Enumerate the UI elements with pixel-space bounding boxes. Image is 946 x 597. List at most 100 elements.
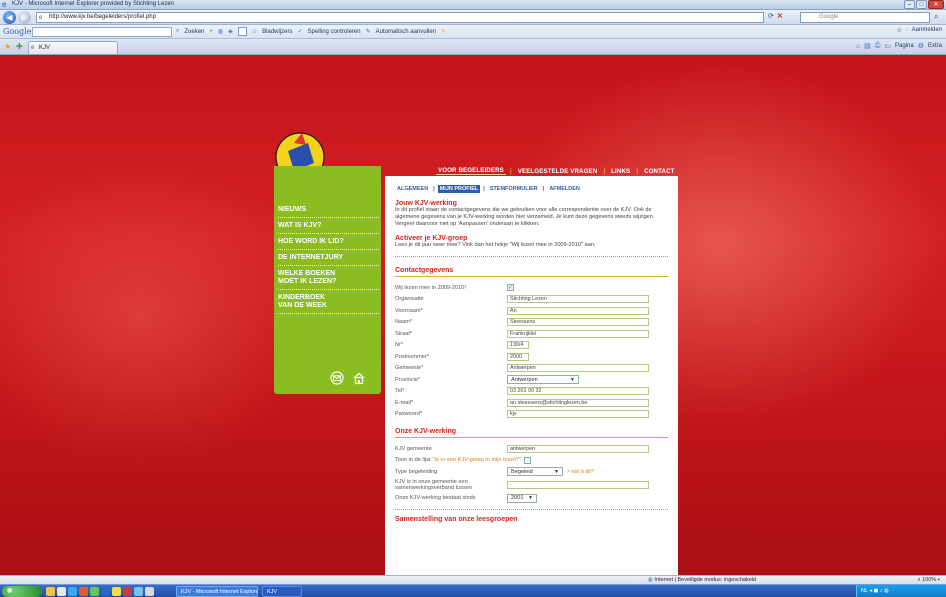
subnav-separator: |: [433, 186, 435, 192]
close-button[interactable]: ✕: [928, 0, 944, 9]
plus-icon[interactable]: +: [209, 29, 213, 35]
quicklaunch-icon[interactable]: [145, 587, 154, 596]
content-panel: ALGEMEEN | MIJN PROFIEL | STEMFORMULIER …: [385, 176, 678, 575]
start-button[interactable]: ◉: [2, 586, 42, 597]
nav-voor-begeleiders[interactable]: VOOR BEGELEIDERS: [436, 167, 506, 175]
tab-label: KJV: [39, 45, 51, 51]
naam-field[interactable]: Steessens: [507, 318, 649, 327]
chevron-down-icon: ▼: [554, 468, 559, 475]
minimize-button[interactable]: –: [904, 0, 915, 9]
gemeente-field[interactable]: Antwerpen: [507, 364, 649, 373]
security-zone[interactable]: ◍ Internet | Beveiligde modus: ingeschak…: [648, 577, 756, 583]
wat-is-dit-link[interactable]: > wat is dit?: [567, 469, 594, 475]
refresh-icon[interactable]: ⟳: [768, 12, 774, 20]
chevron-down-icon: ▼: [570, 376, 575, 383]
quicklaunch-icon[interactable]: [134, 587, 143, 596]
status-bar: ◍ Internet | Beveiligde modus: ingeschak…: [0, 575, 946, 584]
sidebar-item-hoe-word-ik-lid[interactable]: HOE WORD IK LID?: [278, 236, 379, 250]
taskbar-item-kjv-label: KJV: [267, 589, 278, 595]
postnummer-field[interactable]: 2000: [507, 352, 529, 361]
google-search-input[interactable]: [32, 27, 172, 37]
feeds-icon[interactable]: ▤: [864, 42, 871, 50]
page-icon: e: [39, 15, 43, 21]
organisatie-field[interactable]: Stichting Lezen: [507, 295, 649, 304]
form-row-naam: Naam* Steessens: [395, 317, 668, 329]
samenwerking-field[interactable]: [507, 481, 649, 489]
type-select[interactable]: Begeleid ▼: [507, 467, 563, 477]
quicklaunch-icon[interactable]: [46, 587, 55, 596]
form-row-nr: Nr* 130/4: [395, 340, 668, 352]
spelling-button[interactable]: Spelling controleren: [308, 29, 361, 35]
url-text: http://www.kjv.be/begeleiders/profiel.ph…: [49, 14, 156, 20]
autofill-button[interactable]: Automatisch aanvullen: [376, 29, 436, 35]
signin-link[interactable]: Aanmelden: [912, 27, 942, 34]
sidebar-item-internetjury[interactable]: DE INTERNETJURY: [278, 252, 379, 266]
participate-label: Wij lezen mee in 2009-2010!: [395, 284, 466, 291]
star-icon[interactable]: ☆: [252, 28, 257, 35]
popup-icon[interactable]: [237, 27, 247, 36]
search-input[interactable]: Google: [800, 12, 930, 23]
globe-icon[interactable]: ◍: [218, 28, 223, 35]
quicklaunch-icon[interactable]: [68, 587, 77, 596]
wrench-icon[interactable]: ⚙: [897, 27, 902, 34]
quicklaunch-icon[interactable]: [101, 587, 110, 596]
nav-separator: |: [603, 167, 606, 175]
sidebar-item-nieuws[interactable]: NIEUWS: [278, 204, 379, 218]
search-icon[interactable]: ⌕: [934, 12, 938, 22]
straat-field[interactable]: Frankrijklei: [507, 329, 649, 338]
form-row-organisatie: Organisatie Stichting Lezen: [395, 294, 668, 306]
print-icon[interactable]: ⎙: [875, 42, 881, 50]
sidebar-item-wat-is-kjv[interactable]: WAT IS KJV?: [278, 220, 379, 234]
toon-link[interactable]: "Is er een KJV-groep in mijn buurt?": [432, 457, 521, 463]
provincie-select[interactable]: Antwerpen ▼: [507, 375, 579, 385]
zoeken-button[interactable]: Zoeken: [184, 29, 204, 35]
maximize-button[interactable]: □: [916, 0, 927, 9]
quicklaunch-icon[interactable]: [79, 587, 88, 596]
zoom-level[interactable]: ⌕ 100% ▾: [917, 577, 940, 584]
subnav-separator: |: [542, 186, 545, 192]
url-input[interactable]: e http://www.kjv.be/begeleiders/profiel.…: [36, 12, 764, 23]
form-row-type: Type begeleiding Begeleid ▼ > wat is dit…: [395, 466, 668, 478]
subnav-algemeen[interactable]: ALGEMEEN: [395, 185, 430, 193]
quicklaunch-icon[interactable]: [57, 587, 66, 596]
sidebar-item-welke-boeken[interactable]: WELKE BOEKEN MOET IK LEZEN?: [278, 268, 379, 290]
sinds-select[interactable]: 2001 ▼: [507, 493, 537, 503]
arrows-icon[interactable]: ◈: [228, 28, 233, 35]
favorites-star-icon[interactable]: ★: [4, 42, 11, 51]
email-field[interactable]: an.steessens@stichtinglezen.be: [507, 398, 649, 407]
chevron-down-icon: ▼: [528, 495, 533, 502]
home-icon[interactable]: ⌂: [856, 43, 860, 50]
toon-checkbox[interactable]: [524, 456, 531, 464]
page-menu[interactable]: Pagina: [895, 43, 914, 49]
stop-icon[interactable]: ✕: [777, 12, 783, 20]
pencil-icon[interactable]: ✎: [441, 28, 446, 35]
home-icon[interactable]: [352, 371, 366, 385]
nav-links[interactable]: LINKS: [609, 168, 632, 175]
back-button[interactable]: ◀: [3, 11, 16, 24]
language-indicator[interactable]: NL: [861, 588, 868, 594]
nav-contact[interactable]: CONTACT: [642, 168, 677, 175]
address-tools: ⟳ ✕: [768, 12, 783, 20]
subnav-mijn-profiel[interactable]: MIJN PROFIEL: [437, 185, 481, 193]
subnav-afmelden[interactable]: AFMELDEN: [547, 185, 582, 193]
quicklaunch-icon[interactable]: [123, 587, 132, 596]
kjv-gemeente-field[interactable]: antwerpen: [507, 444, 649, 453]
quicklaunch-icon[interactable]: [90, 587, 99, 596]
voornaam-field[interactable]: An: [507, 306, 649, 315]
forward-button[interactable]: ▶: [18, 11, 31, 24]
tel-field[interactable]: 03 201 00 32: [507, 387, 649, 396]
nav-veelgestelde-vragen[interactable]: VEELGESTELDE VRAGEN: [516, 168, 600, 175]
quicklaunch-icon[interactable]: [112, 587, 121, 596]
taskbar-item-ie[interactable]: KJV - Microsoft Internet Explorer provid…: [176, 586, 258, 597]
nr-field[interactable]: 130/4: [507, 341, 529, 350]
tab-kjv[interactable]: e KJV: [28, 41, 118, 54]
subnav-stemformulier[interactable]: STEMFORMULIER: [488, 185, 540, 193]
taskbar-item-kjv[interactable]: KJV: [262, 586, 302, 597]
mail-icon[interactable]: [330, 371, 344, 385]
password-field[interactable]: kjv: [507, 410, 649, 419]
bladwijzers-button[interactable]: Bladwijzers: [262, 29, 292, 35]
sidebar-item-kinderboek[interactable]: KINDERBOEK VAN DE WEEK: [278, 292, 379, 314]
add-favorite-icon[interactable]: ✚: [16, 42, 23, 51]
participate-checkbox[interactable]: ✓: [507, 284, 514, 292]
extra-menu[interactable]: Extra: [928, 43, 942, 49]
